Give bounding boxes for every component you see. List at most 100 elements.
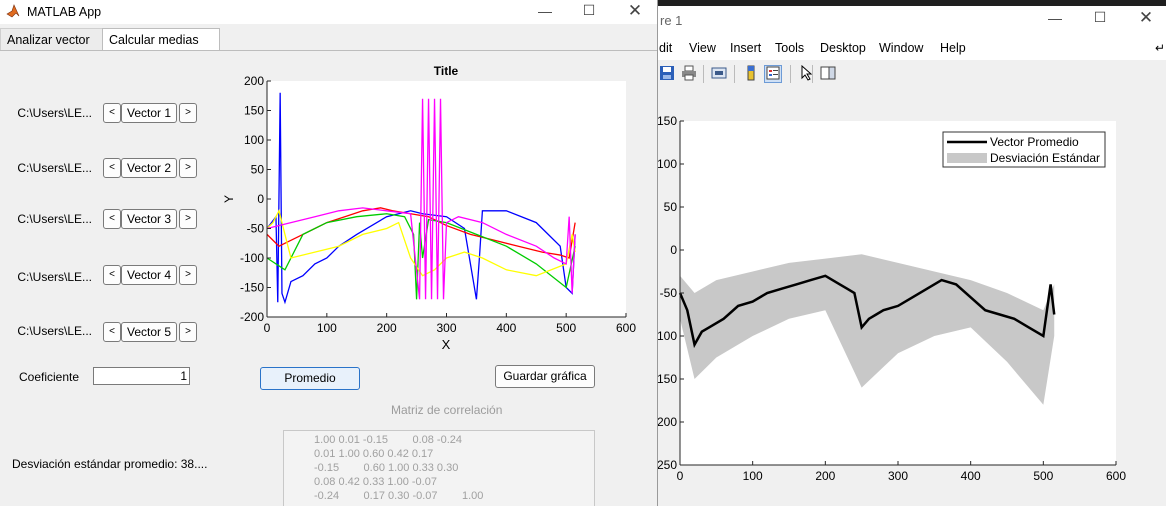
y-tick-label: -50: [247, 222, 265, 236]
y-tick-label: -100: [240, 251, 264, 265]
coeficiente-label: Coeficiente: [19, 370, 80, 384]
vector-1-path: C:\Users\LE...: [17, 106, 92, 120]
menubar-dock-icon[interactable]: ↵: [1155, 41, 1165, 55]
x-tick-label: 400: [496, 321, 516, 335]
y-tick-label: 50: [664, 200, 678, 214]
y-tick-label: -200: [658, 415, 677, 429]
coeficiente-input[interactable]: [93, 367, 190, 385]
y-tick-label: 100: [658, 157, 677, 171]
legend-band-swatch: [947, 153, 987, 163]
y-tick-label: -50: [660, 286, 678, 300]
corr-row-2: 0.01 1.00 0.60 0.42 0.17: [314, 448, 434, 460]
property-icon[interactable]: [819, 65, 837, 83]
x-tick-label: 600: [616, 321, 636, 335]
vector-2-path: C:\Users\LE...: [17, 161, 92, 175]
corr-row-3: -0.15 0.60 1.00 0.33 0.30: [314, 462, 459, 474]
desviacion-promedio-label: Desviación estándar promedio: 38....: [12, 457, 208, 471]
menu-insert[interactable]: Insert: [730, 41, 761, 55]
menu-window[interactable]: Window: [879, 41, 923, 55]
vector-4-path: C:\Users\LE...: [17, 270, 92, 284]
menu-help[interactable]: Help: [940, 41, 966, 55]
vector-4-next-button[interactable]: >: [179, 265, 197, 285]
toolbar-separator: [703, 65, 704, 83]
vector-2-prev-button[interactable]: <: [103, 158, 121, 178]
menu-desktop[interactable]: Desktop: [820, 41, 866, 55]
vector-4-button[interactable]: Vector 4: [121, 265, 177, 285]
colorbar-icon[interactable]: [742, 65, 760, 83]
figure-maximize-button[interactable]: ☐: [1085, 9, 1115, 26]
tab-analizar-vector[interactable]: Analizar vector: [0, 28, 108, 51]
x-tick-label: 0: [677, 469, 684, 483]
x-tick-label: 400: [961, 469, 981, 483]
figure-minimize-button[interactable]: —: [1040, 10, 1070, 26]
y-tick-label: 0: [257, 192, 264, 206]
guardar-grafica-button[interactable]: Guardar gráfica: [495, 365, 595, 388]
vector-4-prev-button[interactable]: <: [103, 265, 121, 285]
toolbar-separator: [790, 65, 791, 83]
vector-1-prev-button[interactable]: <: [103, 103, 121, 123]
vector-3-prev-button[interactable]: <: [103, 209, 121, 229]
x-tick-label: 200: [815, 469, 835, 483]
print-icon[interactable]: [680, 65, 698, 83]
x-tick-label: 300: [888, 469, 908, 483]
vector-5-next-button[interactable]: >: [179, 322, 197, 342]
app-chart-ylabel: Y: [222, 195, 236, 203]
x-tick-label: 600: [1106, 469, 1126, 483]
vector-5-prev-button[interactable]: <: [103, 322, 121, 342]
vector-5-button[interactable]: Vector 5: [121, 322, 177, 342]
pointer-icon[interactable]: [798, 64, 816, 83]
legend-mean-label: Vector Promedio: [990, 135, 1079, 149]
toolbar-separator: [734, 65, 735, 83]
app-chart-title: Title: [434, 64, 459, 78]
vector-5-path: C:\Users\LE...: [17, 324, 92, 338]
x-tick-label: 500: [1033, 469, 1053, 483]
link-icon[interactable]: [710, 65, 728, 83]
app-maximize-button[interactable]: ☐: [574, 2, 604, 19]
save-icon[interactable]: [658, 65, 676, 83]
y-tick-label: -150: [240, 281, 264, 295]
app-minimize-button[interactable]: —: [530, 3, 560, 19]
vector-3-button[interactable]: Vector 3: [121, 209, 177, 229]
tab-calcular-medias[interactable]: Calcular medias: [102, 28, 220, 51]
figure-close-button[interactable]: ✕: [1131, 8, 1161, 28]
vector-2-next-button[interactable]: >: [179, 158, 197, 178]
y-tick-label: -250: [658, 458, 677, 472]
y-tick-label: 150: [244, 104, 264, 118]
legend-icon[interactable]: [764, 65, 782, 83]
y-tick-label: 150: [658, 114, 677, 128]
vector-3-path: C:\Users\LE...: [17, 212, 92, 226]
tab-divider: [0, 50, 657, 51]
corr-row-4: 0.08 0.42 0.33 1.00 -0.07: [314, 476, 437, 488]
y-tick-label: 200: [244, 74, 264, 88]
promedio-button[interactable]: Promedio: [260, 367, 360, 390]
toolbar-separator: [812, 65, 813, 83]
vector-1-next-button[interactable]: >: [179, 103, 197, 123]
x-tick-label: 0: [264, 321, 271, 335]
matriz-correlacion-label: Matriz de correlación: [391, 403, 503, 417]
app-title: MATLAB App: [27, 5, 102, 19]
menu-tools[interactable]: Tools: [775, 41, 804, 55]
app-chart-xlabel: X: [442, 337, 451, 352]
vector-3-next-button[interactable]: >: [179, 209, 197, 229]
figure-legend[interactable]: Vector Promedio Desviación Estándar: [942, 131, 1106, 168]
figure-plot[interactable]: 0100200300400500600 150100500-50-100-150…: [658, 88, 1166, 506]
y-tick-label: -100: [658, 329, 677, 343]
legend-band-label: Desviación Estándar: [990, 151, 1100, 165]
x-tick-label: 500: [556, 321, 576, 335]
x-tick-label: 100: [743, 469, 763, 483]
y-tick-label: -200: [240, 310, 264, 324]
figure-title: re 1: [660, 13, 683, 28]
vector-2-button[interactable]: Vector 2: [121, 158, 177, 178]
vector-1-button[interactable]: Vector 1: [121, 103, 177, 123]
y-tick-label: 50: [251, 163, 265, 177]
y-tick-label: -150: [658, 372, 677, 386]
corr-row-5: -0.24 0.17 0.30 -0.07 1.00: [314, 490, 484, 502]
app-close-button[interactable]: ✕: [620, 1, 650, 21]
y-tick-label: 100: [244, 133, 264, 147]
menu-edit[interactable]: dit: [659, 41, 672, 55]
menu-view[interactable]: View: [689, 41, 716, 55]
x-tick-label: 200: [377, 321, 397, 335]
matlab-logo-icon: [6, 4, 20, 18]
app-plot[interactable]: 0 100 200 300 400 500 600 200150100500-50-100-…: [215, 58, 645, 358]
x-tick-label: 300: [436, 321, 456, 335]
